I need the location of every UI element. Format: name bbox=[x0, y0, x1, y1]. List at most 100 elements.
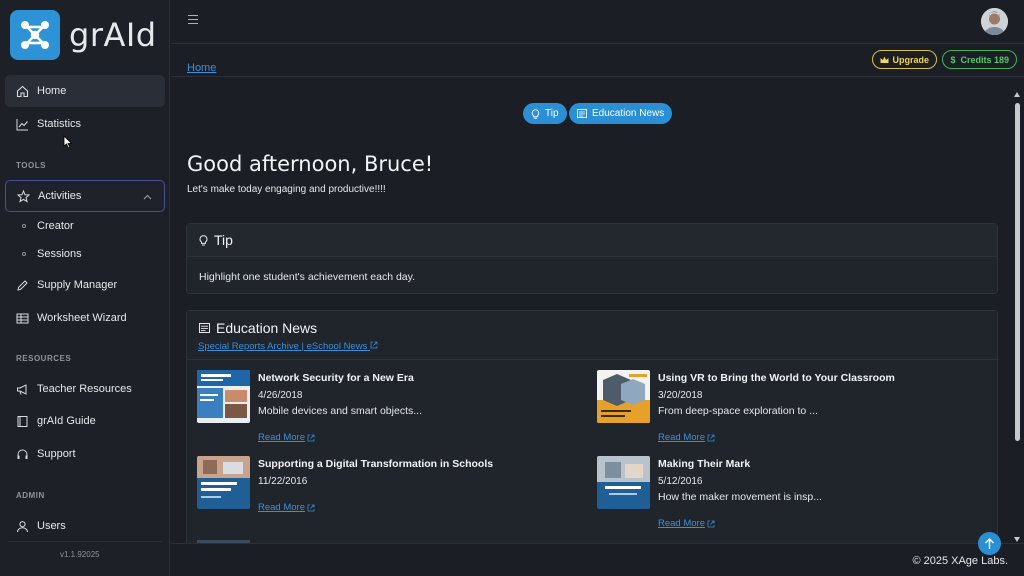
sidebar-item-teacher-resources[interactable]: Teacher Resources bbox=[5, 373, 165, 405]
sidebar-item-statistics[interactable]: Statistics bbox=[5, 108, 165, 140]
news-item: Using VR to Bring the World to Your Clas… bbox=[597, 370, 987, 450]
sidebar-item-users[interactable]: Users bbox=[5, 510, 165, 542]
credits-label: Credits 189 bbox=[960, 54, 1009, 65]
external-link-icon bbox=[370, 341, 378, 352]
top-bar bbox=[171, 0, 1024, 44]
arrow-up-icon bbox=[985, 538, 994, 549]
external-link-icon bbox=[707, 520, 715, 528]
lightbulb-icon bbox=[531, 108, 540, 119]
upgrade-button[interactable]: Upgrade bbox=[872, 50, 937, 69]
dollar-icon: $ bbox=[950, 54, 956, 65]
chart-line-icon bbox=[16, 118, 29, 131]
app-version: v1.1.92025 bbox=[60, 550, 100, 559]
sidebar-subitem-sessions[interactable]: Sessions bbox=[22, 248, 82, 260]
table-icon bbox=[16, 312, 29, 325]
section-label-resources: RESOURCES bbox=[16, 354, 72, 363]
sidebar-item-graid-guide[interactable]: grAId Guide bbox=[5, 405, 165, 437]
home-icon bbox=[16, 85, 29, 98]
app-logo[interactable]: grAId bbox=[0, 0, 169, 70]
read-more-label: Read More bbox=[258, 502, 305, 513]
news-title[interactable]: Making Their Mark bbox=[658, 458, 750, 470]
news-thumbnail[interactable] bbox=[597, 370, 650, 423]
education-news-card: Education News Special Reports Archive |… bbox=[186, 310, 999, 543]
sidebar-subitem-creator[interactable]: Creator bbox=[22, 220, 74, 232]
read-more-link[interactable]: Read More bbox=[258, 502, 315, 513]
sidebar: grAId Home Statistics TOOLS Activities C… bbox=[0, 0, 170, 576]
tip-text: Highlight one student's achievement each… bbox=[199, 271, 416, 283]
upgrade-label: Upgrade bbox=[892, 54, 929, 65]
sidebar-item-label: grAId Guide bbox=[37, 415, 96, 427]
main-scrollbar[interactable] bbox=[1013, 92, 1022, 542]
news-thumbnail[interactable] bbox=[597, 456, 650, 509]
scrollbar-thumb[interactable] bbox=[1015, 103, 1020, 441]
greeting-subtitle: Let's make today engaging and productive… bbox=[187, 184, 386, 195]
newspaper-icon bbox=[199, 322, 210, 333]
user-avatar[interactable] bbox=[981, 8, 1008, 35]
news-description: From deep-space exploration to ... bbox=[658, 405, 818, 417]
read-more-label: Read More bbox=[258, 432, 305, 443]
divider bbox=[187, 359, 999, 360]
chevron-up-icon[interactable] bbox=[143, 191, 152, 203]
sidebar-item-label: Home bbox=[37, 85, 67, 97]
news-thumbnail[interactable] bbox=[197, 456, 250, 509]
news-title[interactable]: Supporting a Digital Transformation in S… bbox=[258, 458, 493, 470]
sidebar-item-supply-manager[interactable]: Supply Manager bbox=[5, 269, 165, 301]
external-link-icon bbox=[707, 434, 715, 442]
logo-icon bbox=[10, 10, 60, 60]
scroll-down-arrow-icon[interactable] bbox=[1014, 537, 1020, 542]
news-archive-link[interactable]: Special Reports Archive | eSchool News bbox=[198, 341, 378, 352]
footer: © 2025 XAge Labs. bbox=[171, 543, 1024, 576]
section-label-tools: TOOLS bbox=[16, 161, 46, 170]
sidebar-item-label: Support bbox=[37, 448, 76, 460]
read-more-label: Read More bbox=[658, 432, 705, 443]
news-title[interactable]: Network Security for a New Era bbox=[258, 372, 414, 384]
greeting-heading: Good afternoon, Bruce! bbox=[187, 152, 434, 176]
news-item: Making Their Mark 5/12/2016 How the make… bbox=[597, 456, 987, 536]
sidebar-item-home[interactable]: Home bbox=[5, 75, 165, 107]
megaphone-icon bbox=[16, 383, 29, 396]
sidebar-item-worksheet-wizard[interactable]: Worksheet Wizard bbox=[5, 302, 165, 334]
news-item: Network Security for a New Era 4/26/2018… bbox=[197, 370, 587, 450]
section-label-admin: ADMIN bbox=[16, 491, 45, 500]
newspaper-icon bbox=[577, 109, 587, 118]
bullet-icon bbox=[22, 252, 26, 256]
read-more-link[interactable]: Read More bbox=[258, 432, 315, 443]
mouse-cursor-icon bbox=[63, 135, 73, 154]
sidebar-item-label: Worksheet Wizard bbox=[37, 312, 127, 324]
sidebar-item-label: Activities bbox=[38, 190, 82, 202]
news-description: How the maker movement is insp... bbox=[658, 491, 822, 503]
news-date: 5/12/2016 bbox=[658, 476, 703, 487]
tip-card-title: Tip bbox=[214, 232, 233, 248]
lightbulb-icon bbox=[199, 234, 208, 246]
news-card-header: Education News bbox=[187, 311, 997, 344]
news-title[interactable]: Using VR to Bring the World to Your Clas… bbox=[658, 372, 895, 384]
star-icon bbox=[17, 189, 30, 203]
menu-toggle-icon[interactable] bbox=[188, 15, 198, 27]
copyright-text: © 2025 XAge Labs. bbox=[912, 555, 1008, 567]
external-link-icon bbox=[307, 504, 315, 512]
tip-pill-button[interactable]: Tip bbox=[523, 103, 567, 124]
sidebar-item-label: Supply Manager bbox=[37, 279, 118, 291]
pencil-icon bbox=[16, 279, 29, 292]
credits-badge[interactable]: $ Credits 189 bbox=[942, 50, 1017, 69]
news-item: Supporting a Digital Transformation in S… bbox=[197, 456, 587, 536]
read-more-link[interactable]: Read More bbox=[658, 432, 715, 443]
breadcrumb-home-link[interactable]: Home bbox=[187, 62, 216, 74]
sidebar-item-support[interactable]: Support bbox=[5, 438, 165, 470]
read-more-link[interactable]: Read More bbox=[658, 518, 715, 529]
pill-label: Education News bbox=[592, 108, 665, 119]
news-date: 4/26/2018 bbox=[258, 390, 303, 401]
sidebar-item-label: Statistics bbox=[37, 118, 82, 130]
user-icon bbox=[16, 520, 29, 533]
sidebar-item-label: Sessions bbox=[37, 248, 82, 260]
sidebar-item-activities[interactable]: Activities bbox=[5, 180, 165, 212]
tip-card: Tip Highlight one student's achievement … bbox=[186, 223, 998, 294]
tip-card-header: Tip bbox=[187, 224, 997, 257]
news-description: Mobile devices and smart objects... bbox=[258, 405, 422, 417]
education-news-pill-button[interactable]: Education News bbox=[569, 103, 673, 124]
crown-icon bbox=[880, 56, 889, 64]
pill-label: Tip bbox=[545, 108, 559, 119]
scroll-up-arrow-icon[interactable] bbox=[1014, 92, 1020, 97]
scroll-to-top-button[interactable] bbox=[978, 532, 1001, 555]
news-thumbnail[interactable] bbox=[197, 370, 250, 423]
